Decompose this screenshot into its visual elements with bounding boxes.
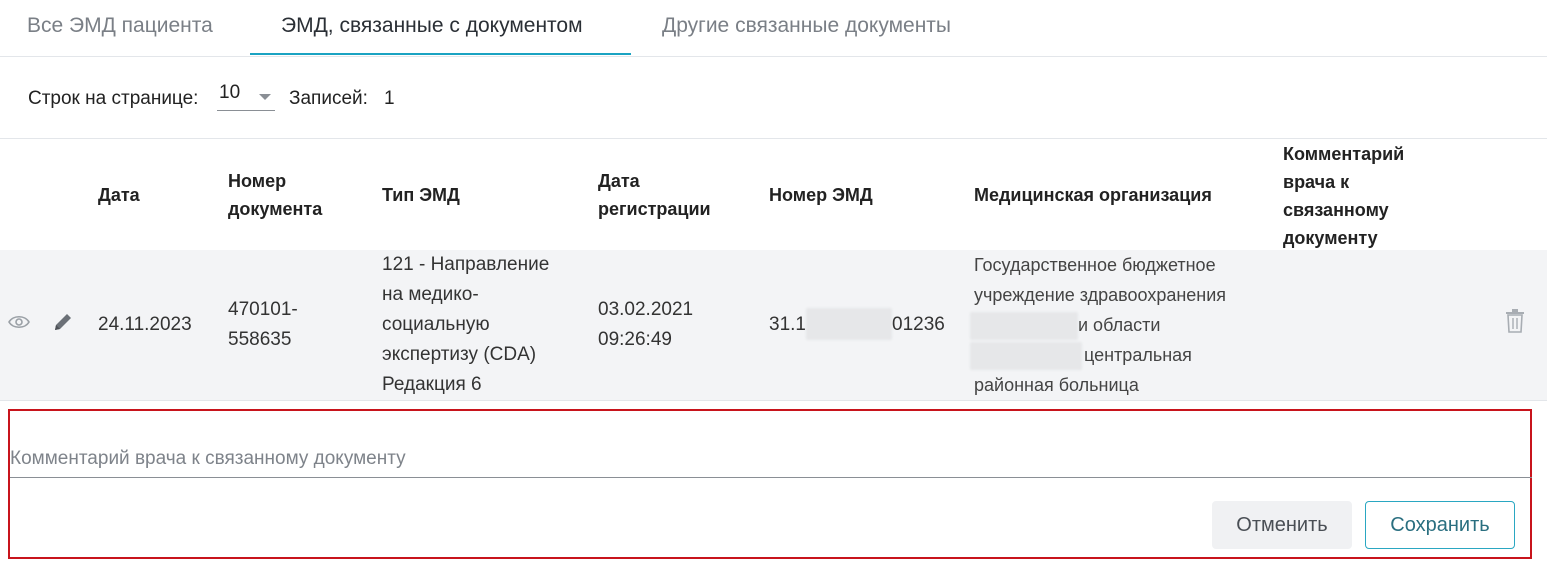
header-doc-number-line: документа bbox=[228, 199, 323, 219]
records-label: Записей: bbox=[289, 88, 368, 109]
header-date: Дата bbox=[98, 185, 140, 205]
row-reg-date-line: 03.02.2021 bbox=[598, 299, 694, 320]
trash-icon[interactable] bbox=[1505, 309, 1525, 338]
row-emd-type-line: социальную bbox=[382, 314, 490, 335]
row-emd-type-line: на медико- bbox=[382, 284, 479, 305]
row-reg-date: 03.02.2021 09:26:49 bbox=[598, 295, 693, 355]
row-emd-number-start: 31.1 bbox=[769, 314, 806, 335]
records-count: 1 bbox=[384, 88, 395, 109]
header-emd-number: Номер ЭМД bbox=[769, 185, 873, 205]
header-reg-date: Дата регистрации bbox=[598, 167, 711, 223]
redacted-emd-number bbox=[806, 308, 892, 340]
tab-other-linked-documents[interactable]: Другие связанные документы bbox=[662, 0, 951, 54]
save-button[interactable]: Сохранить bbox=[1365, 501, 1515, 549]
pencil-icon[interactable] bbox=[52, 311, 74, 338]
row-doc-number-line: 470101- bbox=[228, 299, 298, 320]
eye-icon[interactable] bbox=[8, 314, 30, 335]
row-emd-type-line: экспертизу (CDA) bbox=[382, 344, 537, 365]
row-doc-number-line: 558635 bbox=[228, 329, 292, 350]
header-doc-number-line: Номер bbox=[228, 171, 287, 191]
cancel-button[interactable]: Отменить bbox=[1212, 501, 1352, 549]
table-row[interactable]: 24.11.2023 470101- 558635 121 - Направле… bbox=[0, 250, 1547, 401]
row-emd-type: 121 - Направление на медико- социальную … bbox=[382, 250, 549, 400]
header-comment-line: связанному bbox=[1283, 200, 1389, 220]
redacted-org-region bbox=[970, 312, 1078, 340]
comment-editor-highlight: Отменить Сохранить bbox=[8, 409, 1532, 559]
header-doctor-comment: Комментарий врача к связанному документу bbox=[1283, 140, 1404, 252]
tab-emd-linked-to-document[interactable]: ЭМД, связанные с документом bbox=[281, 0, 583, 54]
tab-all-patient-emd[interactable]: Все ЭМД пациента bbox=[27, 0, 213, 54]
row-doc-number: 470101- 558635 bbox=[228, 295, 298, 355]
row-date: 24.11.2023 bbox=[98, 314, 192, 335]
rows-per-page-value: 10 bbox=[219, 82, 241, 103]
rows-per-page-select[interactable]: 10 bbox=[217, 82, 275, 111]
row-emd-type-line: Редакция 6 bbox=[382, 374, 482, 395]
header-med-org: Медицинская организация bbox=[974, 185, 1212, 205]
redacted-org-city bbox=[970, 342, 1082, 370]
header-reg-date-line: регистрации bbox=[598, 199, 711, 219]
row-org-line: районная больница bbox=[974, 375, 1139, 395]
rows-per-page-label: Строк на странице: bbox=[28, 88, 199, 109]
doctor-comment-input[interactable] bbox=[10, 441, 1532, 478]
header-comment-line: документу bbox=[1283, 228, 1378, 248]
row-org-line: Государственное бюджетное bbox=[974, 255, 1216, 275]
header-comment-line: Комментарий bbox=[1283, 144, 1405, 164]
header-reg-date-line: Дата bbox=[598, 171, 640, 191]
header-doc-number: Номер документа bbox=[228, 167, 322, 223]
row-reg-date-line: 09:26:49 bbox=[598, 329, 672, 350]
table-header: Дата Номер документа Тип ЭМД Дата регист… bbox=[0, 138, 1547, 251]
chevron-down-icon bbox=[259, 94, 271, 100]
tab-bar: Все ЭМД пациента ЭМД, связанные с докуме… bbox=[0, 0, 1547, 57]
header-comment-line: врача к bbox=[1283, 172, 1350, 192]
row-org-line: учреждение здравоохранения bbox=[974, 285, 1227, 305]
active-tab-indicator bbox=[250, 53, 631, 55]
row-emd-type-line: 121 - Направление bbox=[382, 254, 550, 275]
header-emd-type: Тип ЭМД bbox=[382, 185, 460, 205]
row-emd-number-end: 01236 bbox=[892, 314, 945, 335]
